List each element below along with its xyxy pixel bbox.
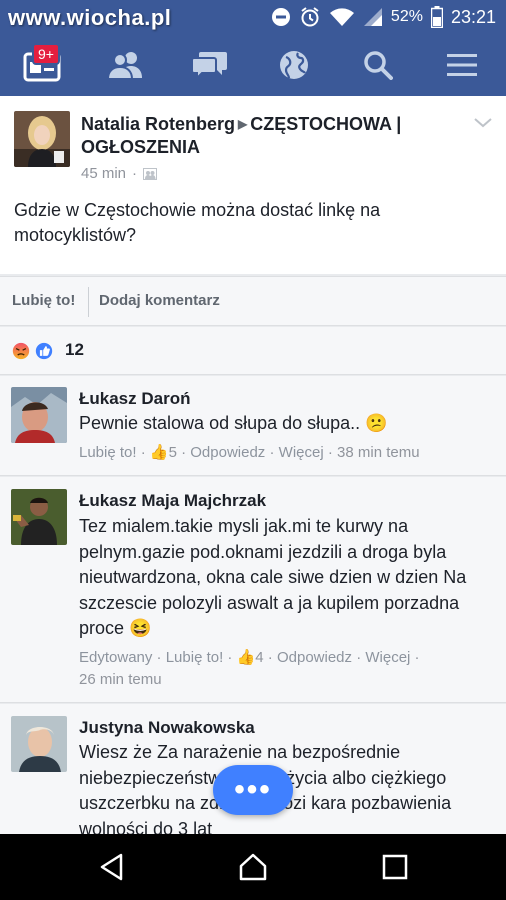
notifications-tab[interactable] bbox=[252, 34, 336, 96]
friends-icon bbox=[107, 52, 142, 80]
commenter-name[interactable]: Justyna Nowakowska bbox=[79, 718, 255, 738]
commenter-avatar[interactable] bbox=[11, 387, 67, 443]
facebook-nav-bar: 9+ bbox=[0, 34, 506, 96]
messages-tab[interactable] bbox=[168, 34, 252, 96]
clock: 23:21 bbox=[450, 6, 496, 27]
search-icon bbox=[364, 51, 393, 80]
signal-icon bbox=[363, 8, 382, 26]
like-reaction-icon bbox=[33, 340, 55, 362]
comment-body: Pewnie stalowa od słupa do słupa.. bbox=[79, 413, 361, 433]
divider bbox=[88, 287, 89, 317]
comment-time[interactable]: 38 min temu bbox=[337, 444, 420, 461]
like-thumb-icon: 👍 bbox=[236, 649, 256, 666]
comment-like-count[interactable]: 5 bbox=[169, 444, 177, 461]
menu-tab[interactable] bbox=[420, 34, 504, 96]
more-options-button[interactable]: ••• bbox=[213, 765, 293, 815]
dot-separator: · bbox=[132, 165, 138, 182]
comment-meta: Lubię to! · 👍5 · Odpowiedz · Więcej · 38… bbox=[79, 444, 420, 461]
recents-icon[interactable] bbox=[380, 852, 410, 882]
news-feed-tab[interactable]: 9+ bbox=[0, 34, 84, 96]
angry-reaction-icon bbox=[10, 340, 32, 362]
status-icons: 52% 23:21 bbox=[271, 6, 496, 28]
home-icon[interactable] bbox=[238, 852, 268, 882]
battery-percent: 52% bbox=[390, 8, 423, 25]
comment-like-button[interactable]: Lubię to! bbox=[166, 649, 224, 666]
globe-icon bbox=[280, 51, 308, 79]
comment-time[interactable]: 26 min temu bbox=[79, 671, 162, 688]
hamburger-menu-icon bbox=[447, 54, 477, 76]
do-not-disturb-icon bbox=[271, 8, 290, 26]
search-tab[interactable] bbox=[336, 34, 420, 96]
notification-badge: 9+ bbox=[32, 43, 60, 65]
commenter-name[interactable]: Łukasz Maja Majchrzak bbox=[79, 491, 266, 511]
messages-icon bbox=[191, 52, 227, 80]
chevron-down-icon[interactable] bbox=[472, 114, 494, 130]
wifi-icon bbox=[329, 8, 354, 26]
comment-like-count[interactable]: 4 bbox=[255, 649, 263, 666]
post-time[interactable]: 45 min bbox=[81, 165, 126, 182]
friends-tab[interactable] bbox=[84, 34, 168, 96]
post-meta: 45 min · bbox=[81, 165, 158, 182]
arrow-right-icon: ▶ bbox=[238, 117, 248, 131]
author-name[interactable]: Natalia Rotenberg bbox=[81, 114, 235, 134]
comment-like-button[interactable]: Lubię to! bbox=[79, 444, 137, 461]
post-actions: Lubię to! Dodaj komentarz bbox=[0, 276, 506, 326]
alarm-icon bbox=[301, 7, 319, 27]
comment-text: Pewnie stalowa od słupa do słupa.. 😕 bbox=[79, 411, 489, 437]
like-button[interactable]: Lubię to! bbox=[12, 292, 75, 309]
reply-button[interactable]: Odpowiedz bbox=[190, 444, 265, 461]
more-button[interactable]: Więcej bbox=[365, 649, 410, 666]
post-text: Gdzie w Częstochowie można dostać linkę … bbox=[14, 200, 381, 245]
post-header: Natalia Rotenberg ▶ CZĘSTOCHOWA | OGŁOSZEN… bbox=[81, 113, 471, 159]
comment-meta: Edytowany · Lubię to! · 👍4 · Odpowiedz ·… bbox=[79, 649, 420, 688]
author-avatar[interactable] bbox=[14, 111, 70, 167]
confused-emoji: 😕 bbox=[365, 413, 388, 433]
edited-label[interactable]: Edytowany bbox=[79, 649, 152, 666]
system-nav-bar bbox=[0, 834, 506, 900]
status-bar: www.wiocha.pl 52% 23:21 bbox=[0, 0, 506, 34]
add-comment-button[interactable]: Dodaj komentarz bbox=[99, 292, 220, 309]
commenter-avatar[interactable] bbox=[11, 489, 67, 545]
back-icon[interactable] bbox=[97, 852, 127, 882]
watermark: www.wiocha.pl bbox=[8, 5, 172, 30]
laughing-emoji: 😆 bbox=[129, 618, 152, 638]
reaction-count[interactable]: 12 bbox=[65, 340, 84, 360]
more-button[interactable]: Więcej bbox=[279, 444, 324, 461]
comment-text: Tez mialem.takie mysli jak.mi te kurwy n… bbox=[79, 514, 489, 642]
reply-button[interactable]: Odpowiedz bbox=[277, 649, 352, 666]
battery-icon bbox=[430, 6, 443, 28]
commenter-name[interactable]: Łukasz Daroń bbox=[79, 389, 190, 409]
group-audience-icon bbox=[143, 167, 158, 180]
like-thumb-icon: 👍 bbox=[149, 444, 169, 461]
